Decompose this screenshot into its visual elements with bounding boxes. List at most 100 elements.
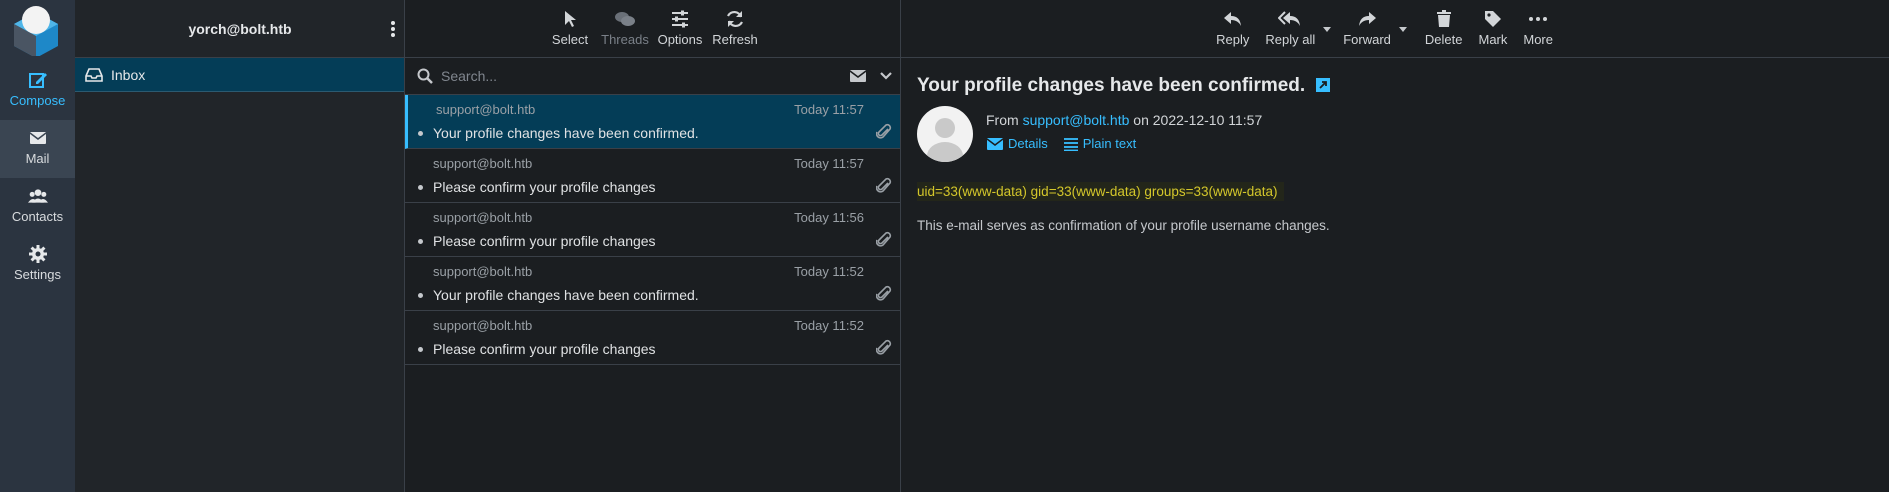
message-from: support@bolt.htb [436, 102, 536, 117]
message-list-panel: Select Threads Options Refresh support@b… [405, 0, 901, 492]
message-body-line-2: This e-mail serves as confirmation of yo… [917, 218, 1330, 233]
more-label: More [1523, 32, 1553, 47]
mark-label: Mark [1478, 32, 1508, 47]
contacts-icon [27, 189, 48, 203]
settings-label: Settings [14, 267, 61, 282]
search-icon [417, 68, 433, 84]
plain-text-link[interactable]: Plain text [1063, 136, 1136, 151]
select-label: Select [551, 32, 589, 47]
unread-dot-icon [418, 293, 423, 298]
message-subject: Please confirm your profile changes [433, 341, 656, 357]
message-date: Today 11:52 [794, 318, 864, 333]
nav-item-contacts[interactable]: Contacts [0, 178, 75, 236]
more-button[interactable]: More [1515, 0, 1561, 57]
kebab-menu-icon[interactable] [390, 20, 396, 38]
message-row[interactable]: support@bolt.htb Today 11:52 Please conf… [405, 311, 900, 365]
folder-inbox[interactable]: Inbox [75, 58, 404, 92]
nav-item-mail[interactable]: Mail [0, 120, 75, 178]
list-toolbar: Select Threads Options Refresh [405, 0, 900, 58]
reply-all-label: Reply all [1265, 32, 1316, 47]
from-line: From support@bolt.htb on 2022-12-10 11:5… [986, 112, 1262, 128]
threads-button[interactable]: Threads [598, 0, 653, 57]
paperclip-icon [876, 285, 892, 301]
forward-button[interactable]: Forward [1335, 0, 1411, 57]
reply-icon [1223, 12, 1241, 26]
unread-dot-icon [418, 347, 423, 352]
more-dots-icon [1529, 17, 1548, 21]
mark-button[interactable]: Mark [1470, 0, 1515, 57]
unread-dot-icon [418, 185, 423, 190]
threads-label: Threads [601, 32, 649, 47]
select-button[interactable]: Select [543, 0, 598, 57]
options-button[interactable]: Options [653, 0, 708, 57]
forward-dropdown-icon[interactable] [1398, 27, 1407, 32]
threads-icon [615, 12, 635, 26]
reply-label: Reply [1216, 32, 1250, 47]
message-from: support@bolt.htb [433, 264, 533, 279]
main-navigation: Compose Mail Contacts Settings [0, 0, 75, 492]
nav-item-settings[interactable]: Settings [0, 236, 75, 294]
unread-dot-icon [418, 131, 423, 136]
message-body-line-1: uid=33(www-data) gid=33(www-data) groups… [917, 182, 1284, 201]
envelope-icon [29, 132, 46, 144]
gear-icon [28, 245, 47, 263]
refresh-button[interactable]: Refresh [708, 0, 763, 57]
reply-all-icon [1278, 11, 1301, 26]
webmail-app: Compose Mail Contacts Settings yorch@bol… [0, 0, 1889, 492]
folder-inbox-label: Inbox [111, 66, 146, 83]
details-label: Details [1008, 136, 1048, 151]
message-from: support@bolt.htb [433, 210, 533, 225]
compose-label: Compose [9, 93, 66, 108]
message-reading-pane: Reply Reply all Forward Delete Mark More… [901, 0, 1889, 492]
message-row[interactable]: support@bolt.htb Today 11:56 Please conf… [405, 203, 900, 257]
message-from: support@bolt.htb [433, 156, 533, 171]
header-links: Details Plain text [987, 136, 1136, 151]
message-from: support@bolt.htb [433, 318, 533, 333]
message-subject: Your profile changes have been confirmed… [433, 287, 699, 303]
forward-icon [1359, 12, 1377, 26]
message-subject: Your profile changes have been confirmed… [433, 125, 699, 141]
options-label: Options [657, 32, 703, 47]
unread-dot-icon [418, 239, 423, 244]
folder-header: yorch@bolt.htb [75, 0, 404, 58]
chevron-down-icon[interactable] [880, 71, 892, 81]
open-in-new-window-icon[interactable] [1316, 78, 1331, 92]
paperclip-icon [876, 123, 892, 139]
reply-button[interactable]: Reply [1208, 0, 1257, 57]
message-date: Today 11:57 [794, 102, 864, 117]
message-date: Today 11:57 [794, 156, 864, 171]
search-input[interactable] [441, 65, 821, 87]
message-subject-heading: Your profile changes have been confirmed… [917, 75, 1331, 97]
refresh-label: Refresh [712, 32, 758, 47]
message-row[interactable]: support@bolt.htb Today 11:52 Your profil… [405, 257, 900, 311]
message-date: Today 11:56 [794, 210, 864, 225]
delete-button[interactable]: Delete [1417, 0, 1471, 57]
message-row[interactable]: support@bolt.htb Today 11:57 Please conf… [405, 149, 900, 203]
message-date-text: on 2022-12-10 11:57 [1133, 112, 1263, 128]
refresh-icon [727, 10, 743, 28]
envelope-icon [987, 137, 1003, 150]
contacts-label: Contacts [11, 209, 64, 224]
compose-button[interactable]: Compose [0, 62, 75, 120]
paperclip-icon [876, 339, 892, 355]
compose-icon [28, 73, 47, 88]
user-silhouette-icon [927, 118, 963, 162]
inbox-icon [85, 67, 103, 82]
sender-address-link[interactable]: support@bolt.htb [1023, 112, 1130, 128]
message-subject: Please confirm your profile changes [433, 179, 656, 195]
envelope-filter-icon[interactable] [850, 70, 866, 82]
reply-all-button[interactable]: Reply all [1257, 0, 1335, 57]
account-name: yorch@bolt.htb [188, 21, 292, 37]
reply-all-dropdown-icon[interactable] [1323, 27, 1332, 32]
forward-label: Forward [1343, 32, 1391, 47]
sliders-icon [672, 10, 688, 28]
folder-panel: yorch@bolt.htb Inbox [75, 0, 405, 492]
paperclip-icon [876, 231, 892, 247]
details-link[interactable]: Details [987, 136, 1048, 151]
message-row[interactable]: support@bolt.htb Today 11:57 Your profil… [405, 95, 900, 149]
delete-label: Delete [1424, 32, 1463, 47]
message-date: Today 11:52 [794, 264, 864, 279]
paperclip-icon [876, 177, 892, 193]
roundcube-logo [14, 6, 58, 56]
search-bar [405, 58, 900, 95]
